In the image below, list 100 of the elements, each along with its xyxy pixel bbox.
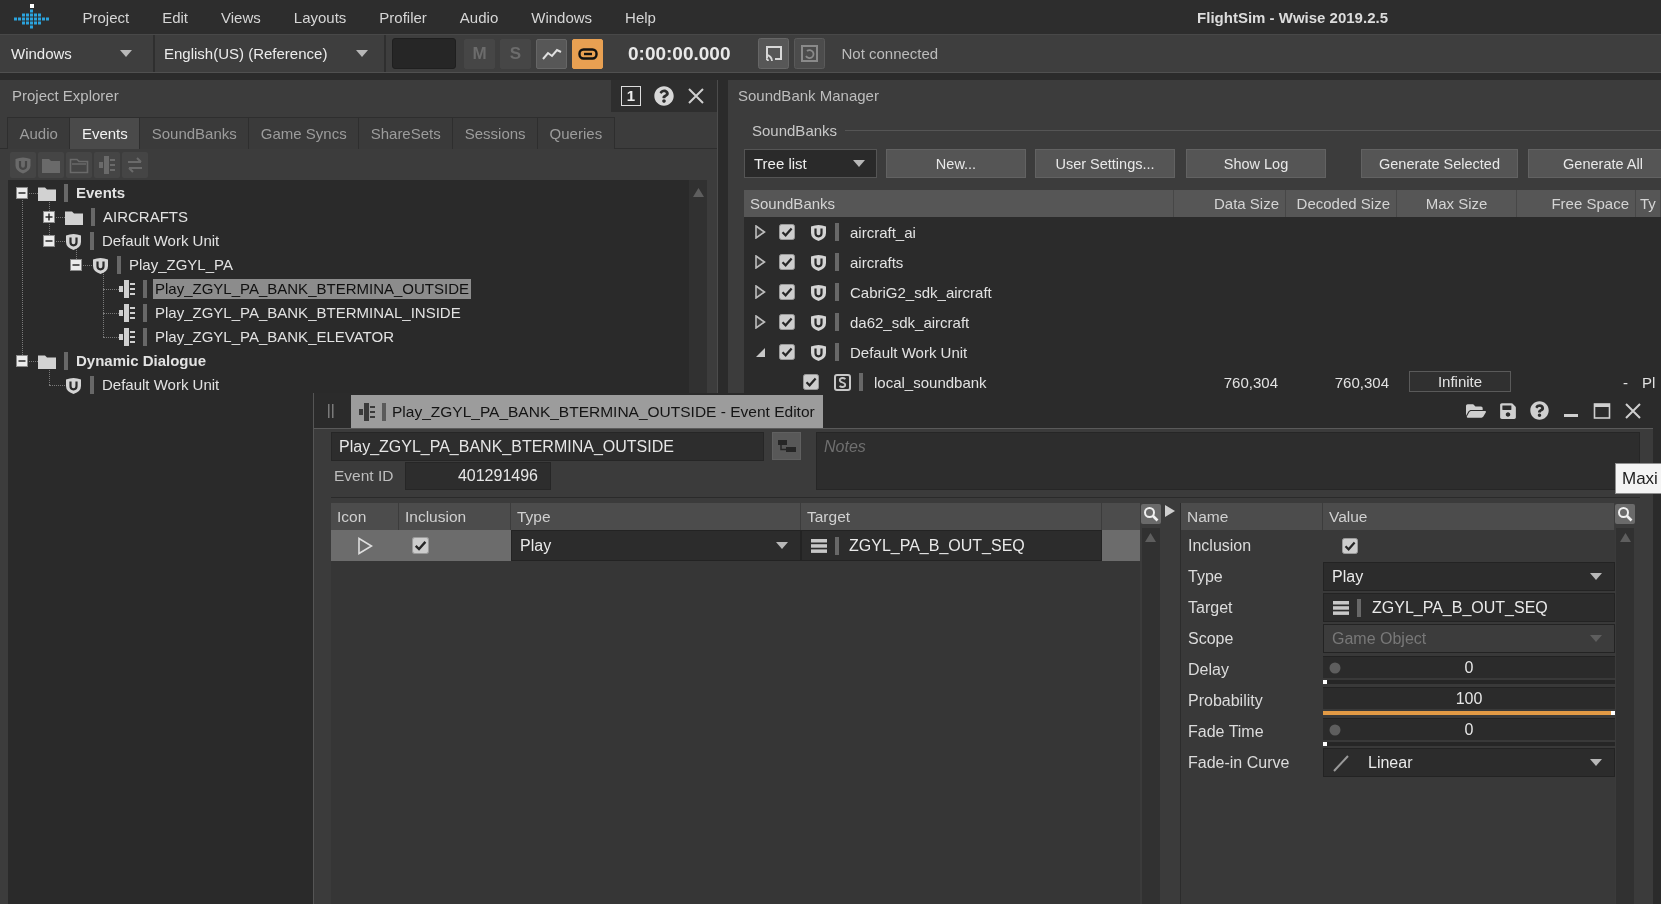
generate-button[interactable]: Generate All	[1528, 149, 1661, 178]
link-button[interactable]	[572, 38, 603, 69]
search-icon[interactable]	[1140, 504, 1161, 524]
tree-item[interactable]: Default Work Unit	[100, 231, 222, 251]
bank-name[interactable]: aircraft_ai	[850, 223, 916, 241]
folder-icon	[38, 185, 56, 201]
column-header[interactable]: Ty	[1636, 190, 1661, 217]
dropdown[interactable]: Play	[511, 530, 801, 561]
editor-tab[interactable]: Play_ZGYL_PA_BANK_BTERMINA_OUTSIDE - Event Editor	[351, 395, 823, 428]
screen-refresh-icon[interactable]	[794, 38, 826, 69]
column-header[interactable]: SoundBanks	[744, 190, 1174, 217]
triangle-right-icon[interactable]	[1164, 505, 1176, 517]
tab[interactable]: Game Syncs	[248, 117, 360, 149]
column-header[interactable]: Free Space	[1517, 190, 1636, 217]
slider-thumb[interactable]	[1611, 711, 1615, 715]
checkbox[interactable]	[412, 537, 429, 554]
bank-name[interactable]: CabriG2_sdk_aircraft	[850, 283, 992, 301]
menu-item[interactable]: Audio	[443, 0, 515, 34]
menu-item[interactable]: Views	[204, 0, 278, 34]
table-row[interactable]: Play ZGYL_PA_B_OUT_SEQ	[331, 530, 1140, 561]
generate-button[interactable]: Generate Selected	[1361, 149, 1518, 178]
slider-thumb[interactable]	[1323, 742, 1327, 746]
tab[interactable]: ShareSets	[358, 117, 454, 149]
empty-field[interactable]	[392, 38, 456, 69]
tree-item[interactable]: AIRCRAFTS	[101, 207, 190, 227]
button[interactable]: User Settings...	[1035, 149, 1175, 178]
minus-box-icon[interactable]	[16, 187, 28, 199]
number-field[interactable]: 0	[1323, 656, 1615, 678]
column-header[interactable]: Decoded Size	[1286, 190, 1397, 217]
tab[interactable]: SoundBanks	[139, 117, 250, 149]
menu-item[interactable]: Windows	[514, 0, 609, 34]
checkbox[interactable]	[803, 374, 819, 390]
caret-icon	[1590, 573, 1602, 580]
triangle-right-icon[interactable]	[754, 255, 766, 269]
menu-item[interactable]: Profiler	[362, 0, 444, 34]
tab[interactable]: Events	[69, 117, 141, 149]
scrollbar[interactable]	[1616, 528, 1634, 904]
menu-item[interactable]: Project	[66, 0, 146, 34]
menu-item[interactable]: Help	[608, 0, 673, 34]
tree-item[interactable]: Dynamic Dialogue	[74, 351, 209, 371]
tree-item[interactable]: Play_ZGYL_PA_BANK_BTERMINA_OUTSIDE	[153, 279, 471, 299]
checkbox[interactable]	[779, 314, 795, 330]
hierarchy-button[interactable]	[772, 432, 801, 460]
close-icon[interactable]	[1624, 401, 1642, 420]
plus-box-icon[interactable]	[43, 211, 55, 223]
drag-handle-icon[interactable]	[328, 403, 334, 418]
name-field[interactable]: Play_ZGYL_PA_BANK_BTERMINA_OUTSIDE	[331, 432, 764, 461]
tab[interactable]: Audio	[7, 117, 71, 149]
save-icon[interactable]	[1499, 401, 1517, 420]
search-icon[interactable]	[1615, 504, 1635, 524]
bank-name[interactable]: aircrafts	[850, 253, 904, 271]
close-icon[interactable]	[687, 86, 705, 105]
checkbox[interactable]	[779, 254, 795, 270]
minus-box-icon[interactable]	[16, 355, 28, 367]
cast-icon[interactable]	[758, 38, 790, 69]
minus-box-icon[interactable]	[70, 259, 82, 271]
target-picker[interactable]: ZGYL_PA_B_OUT_SEQ	[1323, 593, 1615, 622]
tab[interactable]: Sessions	[452, 117, 539, 149]
tree-item[interactable]: Play_ZGYL_PA_BANK_ELEVATOR	[153, 327, 396, 347]
tree-item[interactable]: Play_ZGYL_PA_BANK_BTERMINAL_INSIDE	[153, 303, 463, 323]
tree-item[interactable]: Events	[74, 183, 128, 203]
checkbox[interactable]	[1342, 537, 1358, 554]
layout-dropdown[interactable]: Windows	[0, 35, 155, 72]
triangle-right-icon[interactable]	[754, 225, 766, 239]
button[interactable]: New...	[886, 149, 1026, 178]
bank-name[interactable]: da62_sdk_aircraft	[850, 313, 970, 331]
pane-number-button[interactable]: 1	[621, 85, 641, 106]
target-picker[interactable]: ZGYL_PA_B_OUT_SEQ	[801, 530, 1102, 561]
triangle-right-icon[interactable]	[754, 285, 766, 299]
view-dropdown[interactable]: Tree list	[744, 149, 877, 178]
tree-item[interactable]: Play_ZGYL_PA	[127, 255, 235, 275]
checkbox[interactable]	[779, 224, 795, 240]
bank-name[interactable]: Default Work Unit	[850, 343, 968, 361]
max-size-field[interactable]: Infinite	[1409, 371, 1511, 392]
dropdown[interactable]: Play	[1323, 562, 1615, 591]
slider-track[interactable]	[1323, 711, 1615, 715]
minus-box-icon[interactable]	[43, 235, 55, 247]
button[interactable]: Show Log	[1186, 149, 1326, 178]
number-field[interactable]: 0	[1323, 718, 1615, 740]
language-dropdown[interactable]: English(US) (Reference)	[155, 35, 386, 72]
number-field[interactable]: 100	[1323, 687, 1615, 709]
scrollbar[interactable]	[1141, 528, 1160, 904]
column-header[interactable]: Data Size	[1174, 190, 1286, 217]
maximize-icon[interactable]	[1593, 401, 1611, 420]
event-id-field[interactable]: 401291496	[405, 462, 551, 490]
checkbox[interactable]	[779, 344, 795, 360]
menu-item[interactable]: Layouts	[277, 0, 363, 34]
slider-thumb[interactable]	[1323, 680, 1327, 684]
tree-item[interactable]: Default Work Unit	[100, 375, 222, 395]
column-header[interactable]: Max Size	[1397, 190, 1517, 217]
bank-name[interactable]: local_soundbank	[874, 373, 987, 391]
dropdown[interactable]: Linear	[1323, 748, 1615, 777]
help-icon[interactable]	[1530, 401, 1549, 420]
column-header[interactable]: Name	[1181, 503, 1323, 530]
help-icon[interactable]	[654, 85, 674, 106]
graph-button[interactable]	[536, 38, 567, 69]
triangle-right-icon[interactable]	[754, 315, 766, 329]
menu-item[interactable]: Edit	[145, 0, 205, 34]
tab[interactable]: Queries	[537, 117, 615, 149]
checkbox[interactable]	[779, 284, 795, 300]
